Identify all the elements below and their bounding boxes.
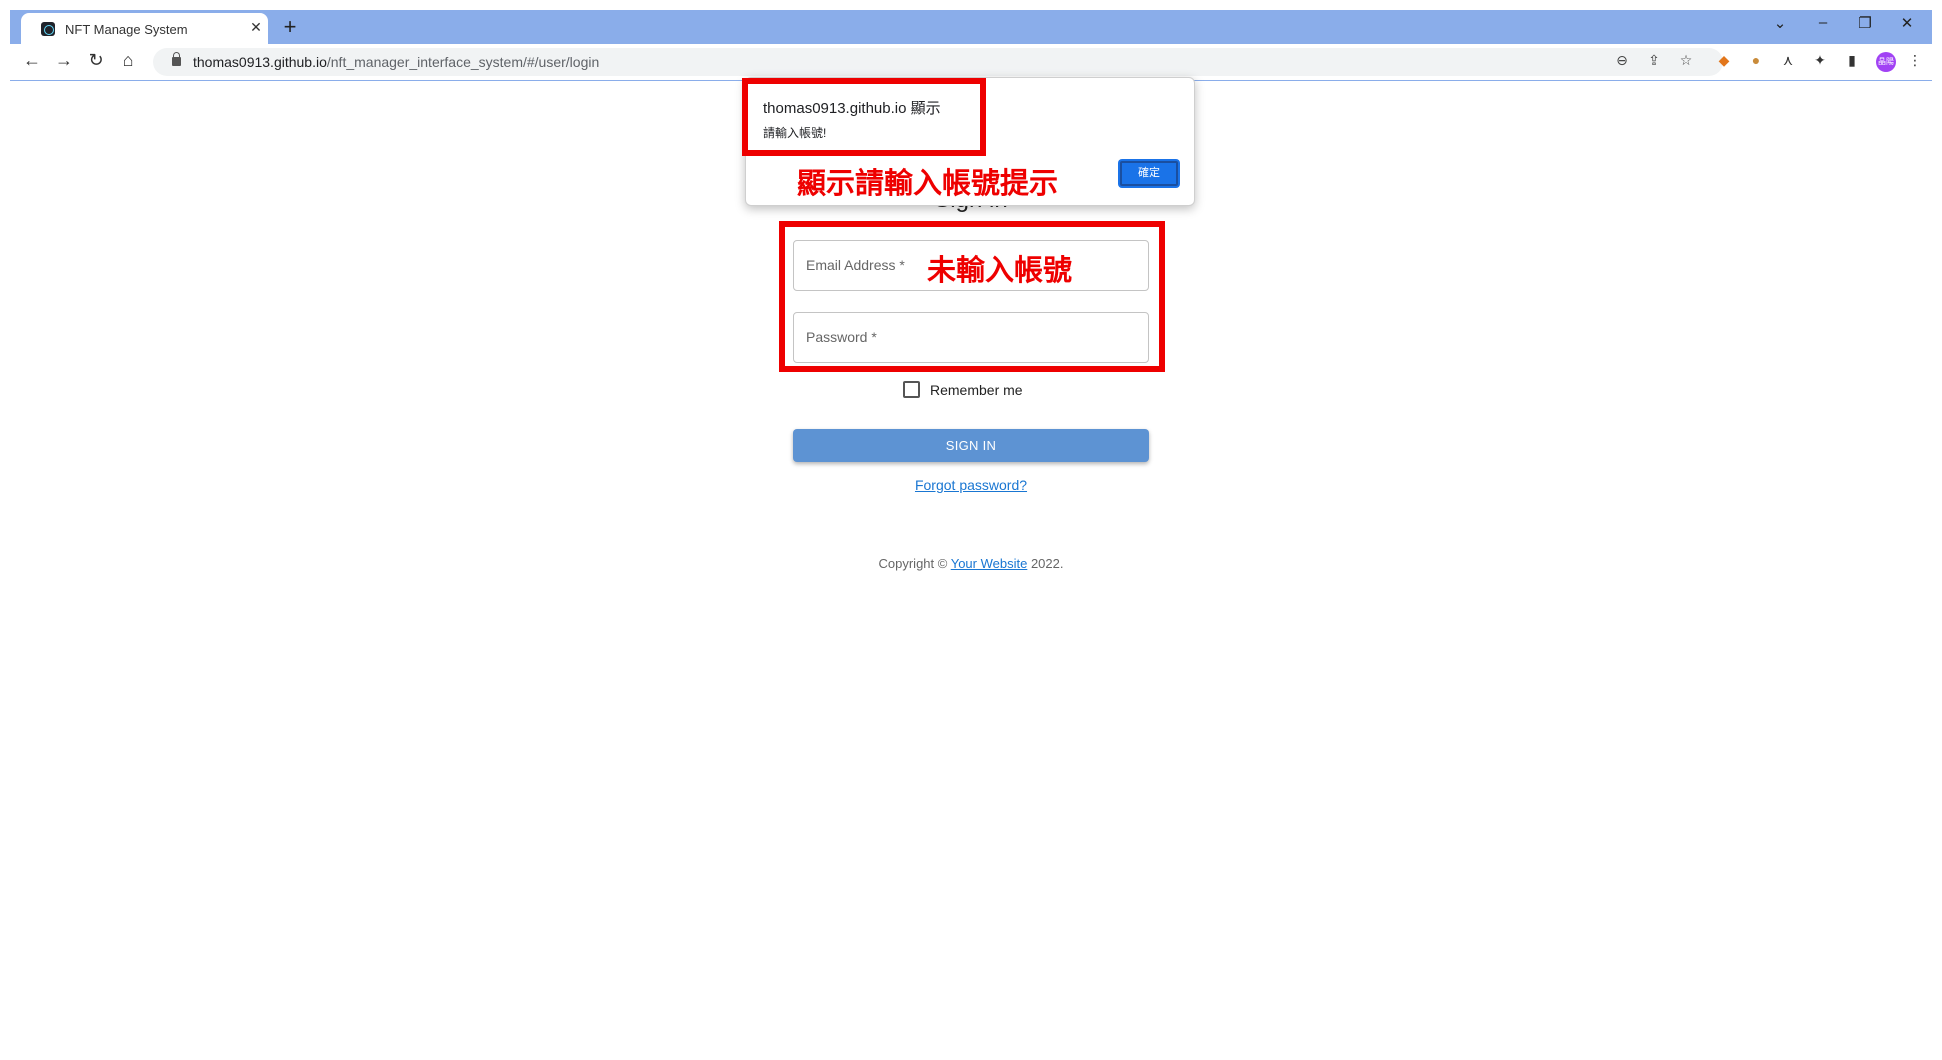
back-icon[interactable]: ← — [20, 50, 44, 71]
screenshot: NFT Manage System ✕ + ⌄ – ❐ ✕ ← → ↻ ⌂ th… — [0, 0, 1942, 1060]
window-close-button[interactable]: ✕ — [1892, 14, 1922, 32]
extension-icon[interactable]: ● — [1747, 52, 1765, 70]
address-bar[interactable]: thomas0913.github.io/nft_manager_interfa… — [153, 48, 1723, 76]
tab-strip: NFT Manage System ✕ + ⌄ – ❐ ✕ — [10, 10, 1932, 44]
sign-in-button[interactable]: SIGN IN — [793, 429, 1149, 462]
bookmark-star-icon[interactable]: ☆ — [1676, 52, 1696, 69]
dialog-origin: thomas0913.github.io 顯示 — [763, 100, 941, 117]
lock-icon[interactable] — [172, 52, 181, 66]
extension-icon[interactable]: ⋏ — [1779, 52, 1797, 70]
website-link[interactable]: Your Website — [951, 556, 1028, 571]
remember-label: Remember me — [930, 381, 1023, 398]
metamask-extension-icon[interactable]: ◆ — [1715, 52, 1733, 70]
password-field[interactable]: Password * — [793, 312, 1149, 363]
share-icon[interactable]: ⇪ — [1644, 52, 1664, 69]
minimize-button[interactable]: – — [1808, 14, 1838, 31]
forward-icon[interactable]: → — [52, 50, 76, 71]
reload-icon[interactable]: ↻ — [84, 50, 108, 71]
annotation-field-note: 未輸入帳號 — [927, 255, 1073, 287]
login-page: Sign in Email Address * Password * Remem… — [10, 81, 1932, 1060]
remember-checkbox[interactable] — [903, 381, 920, 398]
dialog-message: 請輸入帳號! — [763, 126, 827, 140]
menu-kebab-icon[interactable]: ⋮ — [1906, 52, 1924, 70]
remember-me[interactable]: Remember me — [903, 381, 1023, 398]
browser-chrome: NFT Manage System ✕ + ⌄ – ❐ ✕ ← → ↻ ⌂ th… — [10, 10, 1932, 81]
zoom-icon[interactable]: ⊖ — [1612, 52, 1632, 69]
browser-tab[interactable]: NFT Manage System ✕ — [21, 13, 268, 44]
react-favicon-icon — [41, 22, 55, 36]
url-text[interactable]: thomas0913.github.io/nft_manager_interfa… — [193, 54, 599, 70]
tab-title: NFT Manage System — [65, 22, 188, 37]
dialog-ok-button[interactable]: 確定 — [1118, 159, 1180, 188]
new-tab-button[interactable]: + — [278, 14, 302, 40]
home-icon[interactable]: ⌂ — [116, 50, 140, 71]
profile-avatar[interactable]: 晶陽 — [1876, 52, 1896, 72]
side-panel-icon[interactable]: ▮ — [1843, 52, 1861, 70]
browser-toolbar: ← → ↻ ⌂ thomas0913.github.io/nft_manager… — [10, 44, 1932, 81]
copyright: Copyright © Your Website 2022. — [878, 556, 1064, 571]
restore-button[interactable]: ❐ — [1850, 14, 1880, 32]
annotation-dialog-note: 顯示請輸入帳號提示 — [797, 168, 1059, 200]
puzzle-extensions-icon[interactable]: ✦ — [1811, 52, 1829, 70]
tab-close-icon[interactable]: ✕ — [247, 19, 265, 36]
forgot-password-link[interactable]: Forgot password? — [10, 477, 1932, 493]
tab-search-icon[interactable]: ⌄ — [1765, 14, 1795, 32]
